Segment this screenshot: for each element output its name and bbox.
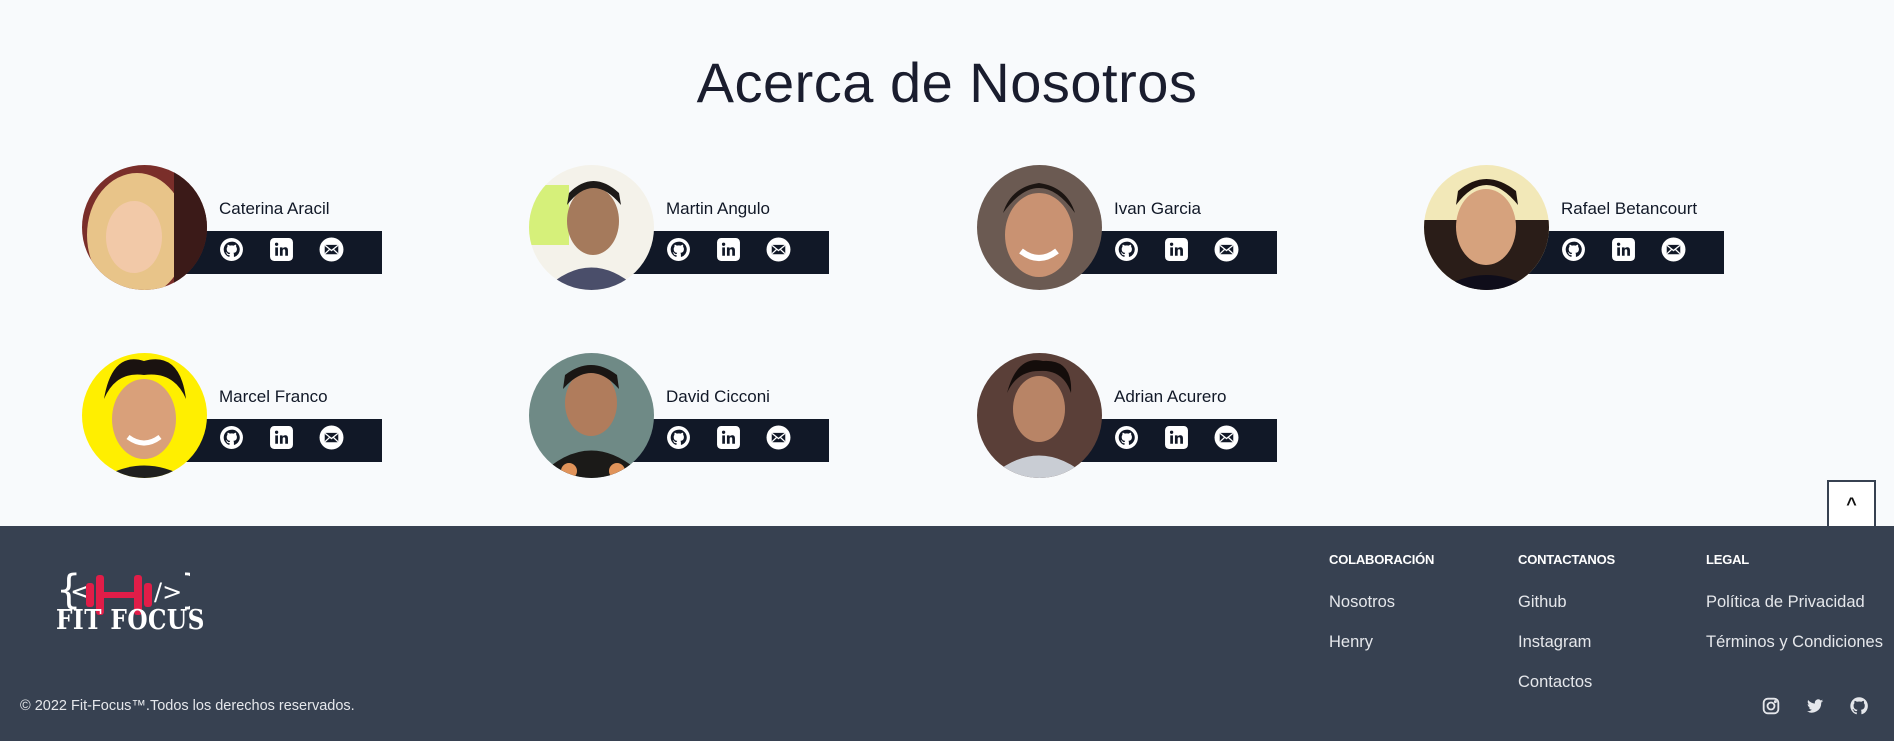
linkedin-icon[interactable] [1164, 237, 1189, 262]
member-name: Marcel Franco [219, 387, 328, 406]
footer-heading: CONTACTANOS [1518, 552, 1615, 567]
linkedin-icon[interactable] [269, 237, 294, 262]
footer-link-github[interactable]: Github [1518, 593, 1615, 612]
avatar [529, 353, 654, 478]
footer-link-henry[interactable]: Henry [1329, 633, 1434, 652]
footer-column-legal: LEGAL Política de Privacidad Términos y … [1706, 552, 1883, 673]
member-card: Rafael Betancourt [1424, 165, 1754, 291]
mail-icon[interactable] [1214, 425, 1239, 450]
avatar [1424, 165, 1549, 290]
footer-link-terms[interactable]: Términos y Condiciones [1706, 633, 1883, 652]
linkedin-icon[interactable] [1611, 237, 1636, 262]
logo-text: FIT FOCUS [56, 605, 205, 636]
about-section: Acerca de Nosotros Caterina Aracil Marti… [0, 0, 1894, 528]
member-name: Rafael Betancourt [1561, 199, 1698, 218]
member-name: David Cicconi [666, 387, 770, 406]
github-icon[interactable] [1561, 237, 1586, 262]
twitter-icon[interactable] [1804, 695, 1826, 717]
footer: { < /> } FIT FOCUS COLABORACIÓN Nosotros… [0, 526, 1894, 741]
avatar [529, 165, 654, 290]
github-icon[interactable] [1848, 695, 1870, 717]
github-icon[interactable] [219, 425, 244, 450]
linkedin-icon[interactable] [269, 425, 294, 450]
member-card: Adrian Acurero [977, 353, 1307, 479]
scroll-to-top-button[interactable]: ^ [1827, 480, 1876, 528]
linkedin-icon[interactable] [716, 425, 741, 450]
member-card: David Cicconi [529, 353, 859, 479]
linkedin-icon[interactable] [716, 237, 741, 262]
avatar [977, 165, 1102, 290]
avatar [977, 353, 1102, 478]
avatar [82, 353, 207, 478]
social-links [1760, 695, 1870, 717]
copyright-text: © 2022 Fit-Focus™.Todos los derechos res… [20, 698, 355, 714]
mail-icon[interactable] [766, 237, 791, 262]
footer-link-contactos[interactable]: Contactos [1518, 673, 1615, 692]
svg-text:/>: /> [154, 578, 182, 606]
member-name: Martin Angulo [666, 199, 770, 218]
footer-link-instagram[interactable]: Instagram [1518, 633, 1615, 652]
avatar [82, 165, 207, 290]
instagram-icon[interactable] [1760, 695, 1782, 717]
footer-heading: LEGAL [1706, 552, 1750, 567]
footer-column-contactanos: CONTACTANOS Github Instagram Contactos [1518, 552, 1615, 713]
github-icon[interactable] [666, 237, 691, 262]
mail-icon[interactable] [319, 237, 344, 262]
member-name: Caterina Aracil [219, 199, 330, 218]
page-title: Acerca de Nosotros [696, 51, 1198, 114]
linkedin-icon[interactable] [1164, 425, 1189, 450]
footer-link-nosotros[interactable]: Nosotros [1329, 593, 1434, 612]
mail-icon[interactable] [319, 425, 344, 450]
github-icon[interactable] [1114, 237, 1139, 262]
mail-icon[interactable] [766, 425, 791, 450]
github-icon[interactable] [219, 237, 244, 262]
github-icon[interactable] [1114, 425, 1139, 450]
member-card: Caterina Aracil [82, 165, 412, 291]
github-icon[interactable] [666, 425, 691, 450]
member-card: Martin Angulo [529, 165, 859, 291]
mail-icon[interactable] [1661, 237, 1686, 262]
footer-column-colaboracion: COLABORACIÓN Nosotros Henry [1329, 552, 1434, 673]
footer-link-privacy[interactable]: Política de Privacidad [1706, 593, 1883, 612]
footer-heading: COLABORACIÓN [1329, 552, 1435, 567]
member-name: Adrian Acurero [1114, 387, 1227, 406]
member-card: Ivan Garcia [977, 165, 1307, 291]
member-name: Ivan Garcia [1114, 199, 1201, 218]
mail-icon[interactable] [1214, 237, 1239, 262]
member-card: Marcel Franco [82, 353, 412, 479]
